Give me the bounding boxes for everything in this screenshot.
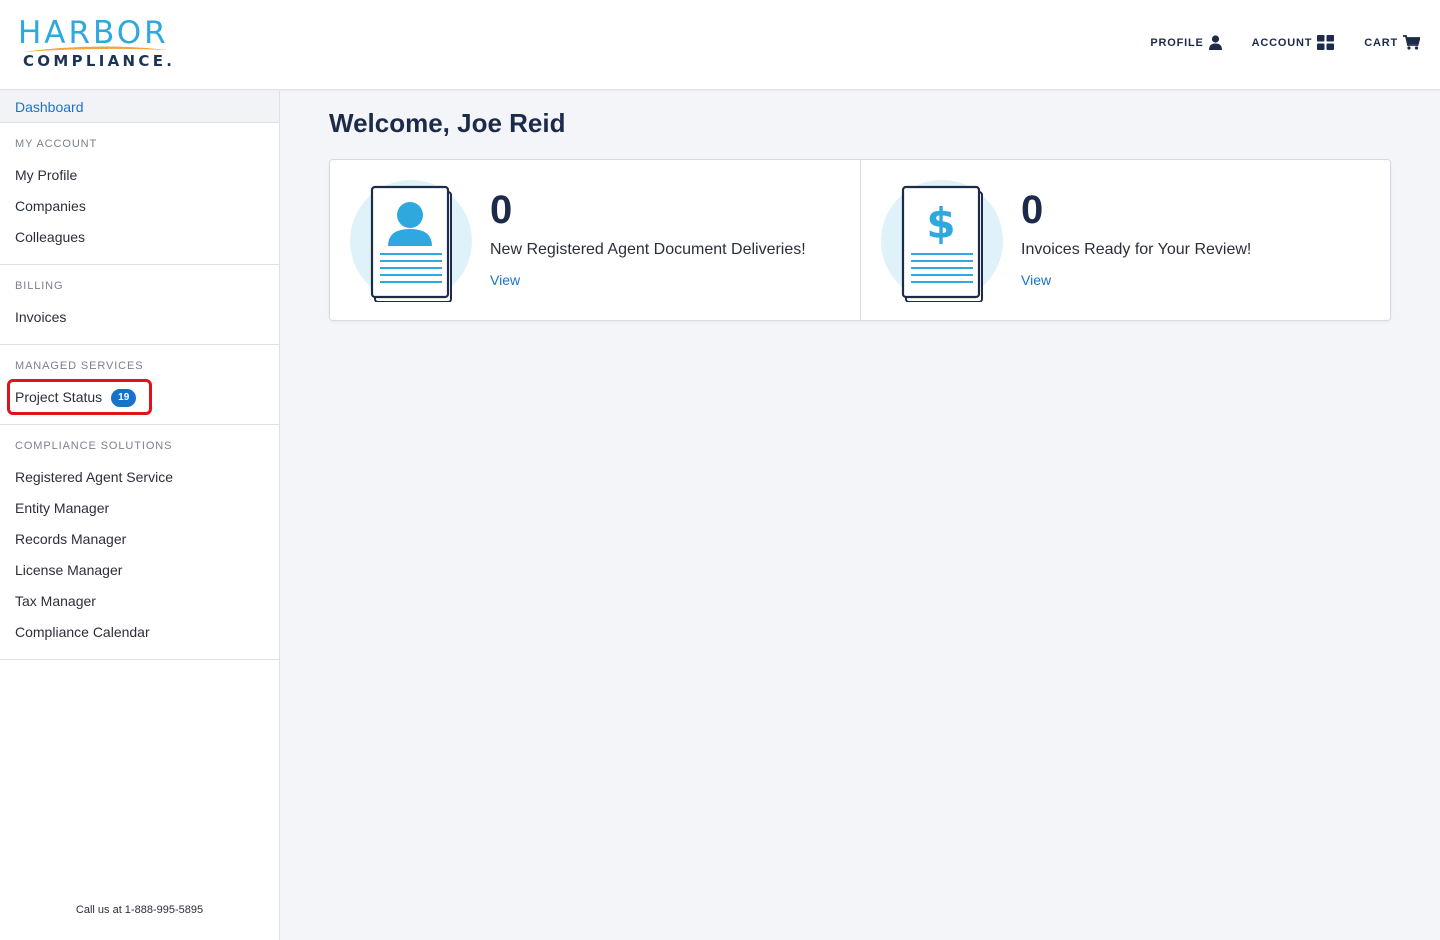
section-heading-billing: BILLING: [15, 280, 64, 292]
sidebar-item-colleagues[interactable]: Colleagues: [0, 222, 279, 253]
sidebar-section-my-account: MY ACCOUNT My Profile Companies Colleagu…: [0, 123, 279, 265]
sidebar-item-registered-agent-service[interactable]: Registered Agent Service: [0, 462, 279, 493]
top-header: HARBOR COMPLIANCE. PROFILE ACCOUNT CART: [0, 0, 1440, 90]
cart-menu[interactable]: CART: [1364, 35, 1420, 50]
person-document-icon: [350, 180, 472, 303]
sidebar-item-records-manager[interactable]: Records Manager: [0, 524, 279, 555]
harbor-compliance-logo[interactable]: HARBOR COMPLIANCE.: [18, 16, 178, 72]
sidebar-item-project-status[interactable]: Project Status 19: [0, 379, 279, 415]
sidebar-item-entity-manager[interactable]: Entity Manager: [0, 493, 279, 524]
sidebar-item-companies[interactable]: Companies: [0, 191, 279, 222]
account-menu[interactable]: ACCOUNT: [1252, 35, 1335, 50]
sidebar: Dashboard MY ACCOUNT My Profile Companie…: [0, 91, 280, 940]
document-deliveries-text: New Registered Agent Document Deliveries…: [490, 241, 806, 258]
profile-menu[interactable]: PROFILE: [1150, 35, 1222, 50]
document-deliveries-card: 0 New Registered Agent Document Deliveri…: [330, 160, 860, 320]
sidebar-item-tax-manager[interactable]: Tax Manager: [0, 586, 279, 617]
sidebar-section-managed-services: MANAGED SERVICES Project Status 19: [0, 345, 279, 425]
cart-icon: [1403, 35, 1420, 50]
cart-label: CART: [1364, 36, 1398, 49]
phone-contact: Call us at 1-888-995-5895: [75, 904, 204, 916]
grid-icon: [1317, 35, 1335, 50]
section-heading-my-account: MY ACCOUNT: [15, 138, 98, 150]
invoices-card: $ 0 Invoices Ready for Your Review! View: [860, 160, 1390, 320]
sidebar-section-billing: BILLING Invoices: [0, 265, 279, 345]
top-nav: PROFILE ACCOUNT CART: [1120, 35, 1420, 50]
sidebar-item-dashboard[interactable]: Dashboard: [0, 91, 279, 123]
document-deliveries-view-link[interactable]: View: [490, 272, 520, 288]
section-heading-compliance-solutions: COMPLIANCE SOLUTIONS: [15, 440, 173, 452]
highlight-outline: [7, 379, 152, 415]
invoices-count: 0: [1021, 188, 1044, 232]
user-icon: [1208, 35, 1222, 50]
sidebar-item-license-manager[interactable]: License Manager: [0, 555, 279, 586]
invoices-view-link[interactable]: View: [1021, 272, 1051, 288]
sidebar-item-my-profile[interactable]: My Profile: [0, 160, 279, 191]
page-title: Welcome, Joe Reid: [329, 108, 566, 138]
account-label: ACCOUNT: [1251, 36, 1313, 49]
profile-label: PROFILE: [1150, 36, 1204, 49]
svg-text:$: $: [926, 199, 955, 248]
sidebar-item-invoices[interactable]: Invoices: [0, 302, 279, 333]
dollar-document-icon: $: [881, 180, 1003, 303]
sidebar-section-compliance-solutions: COMPLIANCE SOLUTIONS Registered Agent Se…: [0, 425, 279, 660]
document-deliveries-count: 0: [490, 188, 513, 232]
invoices-text: Invoices Ready for Your Review!: [1021, 241, 1252, 258]
summary-cards: 0 New Registered Agent Document Deliveri…: [329, 159, 1391, 321]
sidebar-item-compliance-calendar[interactable]: Compliance Calendar: [0, 617, 279, 648]
section-heading-managed-services: MANAGED SERVICES: [15, 360, 144, 372]
logo-wordmark-bottom: COMPLIANCE.: [23, 52, 176, 70]
